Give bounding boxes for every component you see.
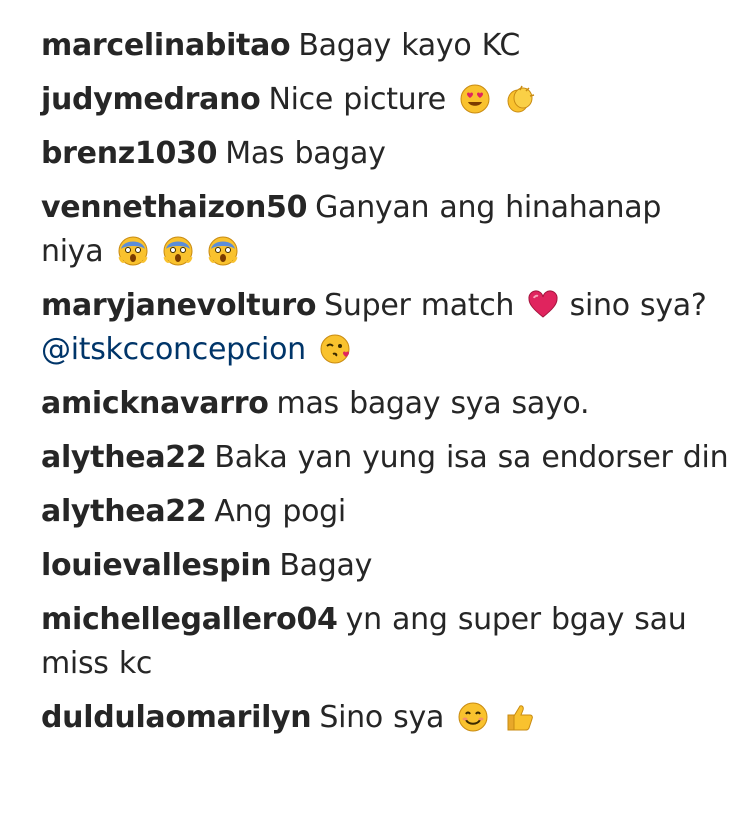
screaming-face-emoji-icon <box>117 235 149 267</box>
comment-list: marcelinabitao Bagay kayo KC judymedrano N… <box>41 24 731 750</box>
comment-username[interactable]: alythea22 <box>41 440 207 475</box>
comment-username[interactable]: michellegallero04 <box>41 602 338 637</box>
comment: alythea22 Baka yan yung isa sa endorser d… <box>41 436 731 480</box>
comment-username[interactable]: judymedrano <box>41 82 261 117</box>
comment: amicknavarro mas bagay sya sayo. <box>41 382 731 426</box>
comment: vennethaizon50 Ganyan ang hinahanap niya <box>41 186 731 274</box>
comment: judymedrano Nice picture <box>41 78 731 122</box>
comment-text: Bagay kayo KC <box>298 28 520 63</box>
comment-text: Sino sya <box>319 700 445 735</box>
comment-text: Ang pogi <box>214 494 346 529</box>
comment: marcelinabitao Bagay kayo KC <box>41 24 731 68</box>
comment-username[interactable]: duldulaomarilyn <box>41 700 312 735</box>
comment-username[interactable]: alythea22 <box>41 494 207 529</box>
screaming-face-emoji-icon <box>162 235 194 267</box>
kissing-wink-face-emoji-icon <box>319 333 351 365</box>
comment-text: Baka yan yung isa sa endorser din <box>214 440 729 475</box>
comment-username[interactable]: brenz1030 <box>41 136 218 171</box>
comment-username[interactable]: marcelinabitao <box>41 28 291 63</box>
comment: maryjanevolturo Super match sino sya? @it… <box>41 284 731 372</box>
clapping-hands-emoji-icon <box>504 83 536 115</box>
heart-eyes-emoji-icon <box>459 83 491 115</box>
comment: brenz1030 Mas bagay <box>41 132 731 176</box>
comment-username[interactable]: louievallespin <box>41 548 272 583</box>
comment-text: Super match <box>324 288 515 323</box>
comment-text: Bagay <box>279 548 373 583</box>
screaming-face-emoji-icon <box>207 235 239 267</box>
mention-link[interactable]: @itskcconcepcion <box>41 332 306 367</box>
comment: alythea22 Ang pogi <box>41 490 731 534</box>
comment-text-after: sino sya? <box>569 288 707 323</box>
thumbs-up-emoji-icon <box>503 701 535 733</box>
beating-heart-emoji-icon <box>527 289 559 321</box>
smiling-face-emoji-icon <box>457 701 489 733</box>
comment-text: mas bagay sya sayo. <box>276 386 590 421</box>
comment-username[interactable]: amicknavarro <box>41 386 269 421</box>
comment-username[interactable]: maryjanevolturo <box>41 288 316 323</box>
comment: louievallespin Bagay <box>41 544 731 588</box>
comment-text: Mas bagay <box>225 136 386 171</box>
comment: michellegallero04 yn ang super bgay sau m… <box>41 598 731 686</box>
comment-username[interactable]: vennethaizon50 <box>41 190 307 225</box>
comment-text: Nice picture <box>268 82 446 117</box>
comment: duldulaomarilyn Sino sya <box>41 696 731 740</box>
